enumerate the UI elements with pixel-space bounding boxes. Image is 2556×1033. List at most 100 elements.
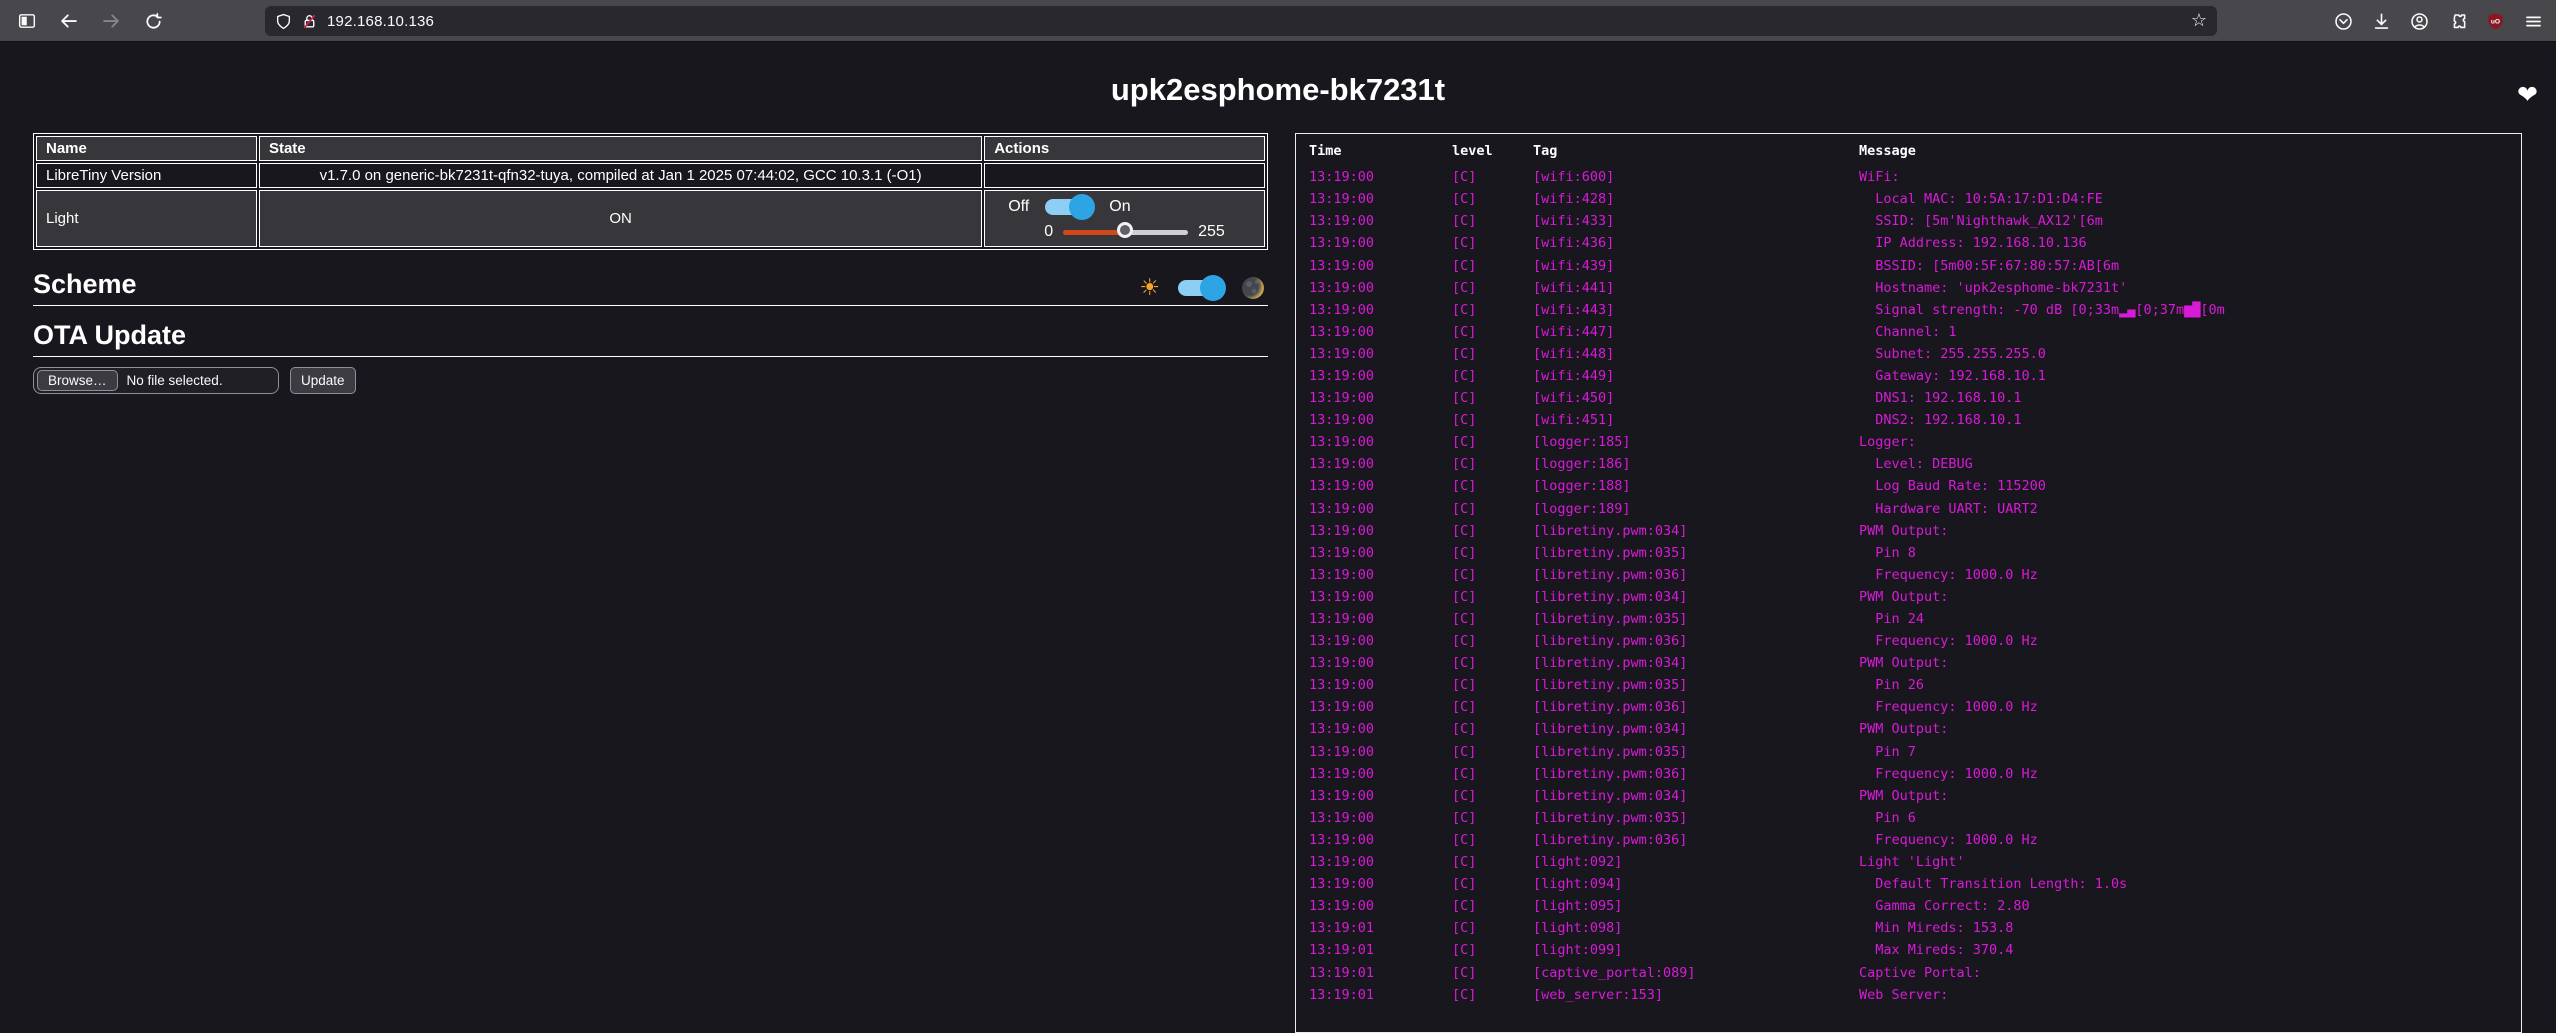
log-time: 13:19:00 — [1309, 390, 1452, 406]
log-time: 13:19:00 — [1309, 766, 1452, 782]
log-tag: [libretiny.pwm:035] — [1533, 677, 1859, 693]
log-message: Pin 26 — [1859, 677, 2521, 693]
forward-button[interactable] — [96, 6, 126, 36]
log-message: BSSID: [5m00:5F:67:80:57:AB[6m — [1859, 258, 2521, 274]
column-header-name: Name — [36, 136, 257, 161]
menu-button[interactable] — [2518, 6, 2548, 36]
downloads-button[interactable] — [2366, 6, 2396, 36]
log-row: 13:19:00 [C] [wifi:443] Signal strength:… — [1309, 299, 2521, 321]
log-tag: [wifi:600] — [1533, 169, 1859, 185]
log-level: [C] — [1452, 567, 1533, 583]
url-text[interactable]: 192.168.10.136 — [327, 13, 2182, 30]
log-level: [C] — [1452, 280, 1533, 296]
log-time: 13:19:00 — [1309, 567, 1452, 583]
insecure-lock-icon[interactable] — [301, 13, 318, 30]
log-time: 13:19:00 — [1309, 744, 1452, 760]
brightness-min-label: 0 — [1044, 223, 1053, 241]
light-toggle-knob[interactable] — [1069, 194, 1095, 220]
log-level: [C] — [1452, 191, 1533, 207]
log-message: DNS1: 192.168.10.1 — [1859, 390, 2521, 406]
log-time: 13:19:01 — [1309, 987, 1452, 1003]
log-level: [C] — [1452, 699, 1533, 715]
account-button[interactable] — [2404, 6, 2434, 36]
log-level: [C] — [1452, 854, 1533, 870]
light-toggle[interactable] — [1045, 195, 1093, 219]
log-row: 13:19:00 [C] [libretiny.pwm:036] Frequen… — [1309, 630, 2521, 652]
ublock-shield-icon: uO — [2486, 12, 2505, 31]
log-time: 13:19:00 — [1309, 545, 1452, 561]
log-row: 13:19:00 [C] [wifi:449] Gateway: 192.168… — [1309, 365, 2521, 387]
reload-button[interactable] — [138, 6, 168, 36]
log-tag: [libretiny.pwm:034] — [1533, 589, 1859, 605]
light-on-label: On — [1109, 198, 1130, 216]
log-message: Pin 24 — [1859, 611, 2521, 627]
log-row: 13:19:00 [C] [logger:185] Logger: — [1309, 431, 2521, 453]
log-row: 13:19:01 [C] [light:099] Max Mireds: 370… — [1309, 939, 2521, 961]
scheme-toggle[interactable] — [1178, 276, 1224, 300]
log-row: 13:19:00 [C] [libretiny.pwm:034] PWM Out… — [1309, 652, 2521, 674]
log-row: 13:19:00 [C] [logger:189] Hardware UART:… — [1309, 498, 2521, 520]
log-message: Level: DEBUG — [1859, 456, 2521, 472]
log-rows: 13:19:00 [C] [wifi:600] WiFi: 13:19:00 [… — [1309, 166, 2521, 1006]
log-tag: [web_server:153] — [1533, 987, 1859, 1003]
log-message: Light 'Light' — [1859, 854, 2521, 870]
scheme-heading: Scheme — [33, 269, 137, 300]
extensions-button[interactable] — [2442, 6, 2472, 36]
log-message: Local MAC: 10:5A:17:D1:D4:FE — [1859, 191, 2521, 207]
log-row: 13:19:00 [C] [libretiny.pwm:034] PWM Out… — [1309, 718, 2521, 740]
log-message: Hardware UART: UART2 — [1859, 501, 2521, 517]
log-tag: [wifi:436] — [1533, 235, 1859, 251]
file-input[interactable]: Browse… No file selected. — [33, 367, 279, 394]
log-row: 13:19:00 [C] [libretiny.pwm:035] Pin 7 — [1309, 741, 2521, 763]
sidebar-toggle-button[interactable] — [12, 6, 42, 36]
log-level: [C] — [1452, 169, 1533, 185]
log-row: 13:19:00 [C] [wifi:447] Channel: 1 — [1309, 321, 2521, 343]
log-time: 13:19:00 — [1309, 523, 1452, 539]
scheme-toggle-knob[interactable] — [1200, 275, 1226, 301]
log-row: 13:19:00 [C] [wifi:600] WiFi: — [1309, 166, 2521, 188]
ota-heading: OTA Update — [33, 320, 186, 351]
log-message: PWM Output: — [1859, 721, 2521, 737]
log-message: Frequency: 1000.0 Hz — [1859, 567, 2521, 583]
log-level: [C] — [1452, 368, 1533, 384]
log-row: 13:19:00 [C] [libretiny.pwm:036] Frequen… — [1309, 763, 2521, 785]
log-row: 13:19:00 [C] [wifi:451] DNS2: 192.168.10… — [1309, 409, 2521, 431]
url-bar[interactable]: 192.168.10.136 ☆ — [265, 6, 2217, 36]
account-icon — [2410, 12, 2429, 31]
ota-form: Browse… No file selected. Update — [33, 367, 1268, 394]
back-button[interactable] — [54, 6, 84, 36]
brightness-slider[interactable] — [1063, 222, 1188, 242]
pocket-button[interactable] — [2328, 6, 2358, 36]
log-row: 13:19:00 [C] [libretiny.pwm:035] Pin 6 — [1309, 807, 2521, 829]
sun-icon: ☀ — [1139, 277, 1160, 300]
log-time: 13:19:00 — [1309, 434, 1452, 450]
ublock-button[interactable]: uO — [2480, 6, 2510, 36]
download-icon — [2372, 12, 2391, 31]
log-message: PWM Output: — [1859, 523, 2521, 539]
column-header-actions: Actions — [984, 136, 1265, 161]
brightness-slider-thumb[interactable] — [1117, 222, 1133, 238]
log-tag: [logger:189] — [1533, 501, 1859, 517]
log-tag: [libretiny.pwm:035] — [1533, 810, 1859, 826]
bookmark-star-icon[interactable]: ☆ — [2191, 12, 2207, 30]
log-panel[interactable]: Time level Tag Message 13:19:00 [C] [wif… — [1295, 133, 2522, 1033]
log-message: SSID: [5m'Nighthawk_AX12'[6m — [1859, 213, 2521, 229]
libretiny-version-state: v1.7.0 on generic-bk7231t-qfn32-tuya, co… — [259, 163, 982, 188]
log-time: 13:19:00 — [1309, 280, 1452, 296]
log-tag: [light:092] — [1533, 854, 1859, 870]
log-level: [C] — [1452, 589, 1533, 605]
log-time: 13:19:00 — [1309, 611, 1452, 627]
browse-button[interactable]: Browse… — [37, 370, 118, 391]
page-title: upk2esphome-bk7231t — [0, 72, 2556, 108]
log-message: Default Transition Length: 1.0s — [1859, 876, 2521, 892]
update-button[interactable]: Update — [290, 367, 356, 394]
log-message: Signal strength: -70 dB [0;33m▂▄[0;37m▆█… — [1859, 302, 2521, 318]
log-level: [C] — [1452, 987, 1533, 1003]
log-level: [C] — [1452, 523, 1533, 539]
log-message: PWM Output: — [1859, 788, 2521, 804]
log-message: PWM Output: — [1859, 589, 2521, 605]
log-tag: [libretiny.pwm:034] — [1533, 655, 1859, 671]
log-level: [C] — [1452, 258, 1533, 274]
log-row: 13:19:00 [C] [libretiny.pwm:035] Pin 8 — [1309, 542, 2521, 564]
log-time: 13:19:00 — [1309, 346, 1452, 362]
